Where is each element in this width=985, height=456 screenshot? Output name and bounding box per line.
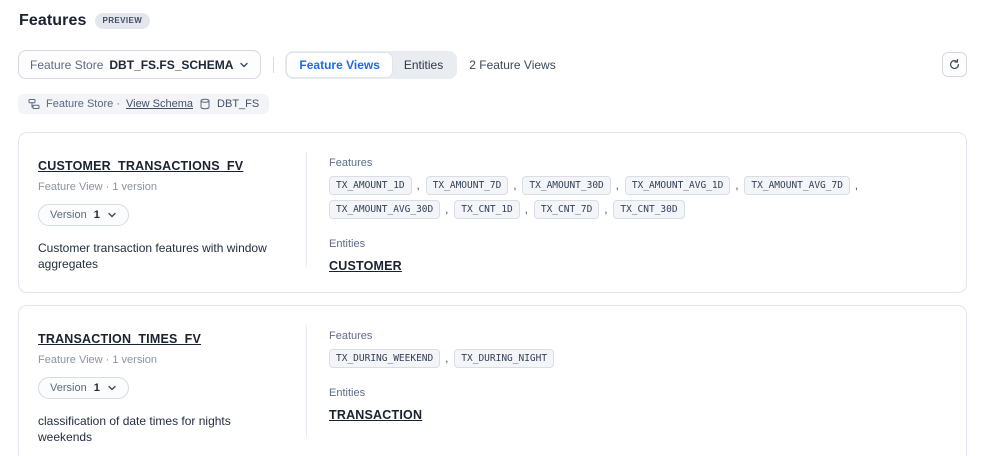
feature-chip: TX_DURING_WEEKEND: [329, 349, 440, 368]
feature-view-details: Features TX_AMOUNT_1D,TX_AMOUNT_7D,TX_AM…: [307, 150, 966, 275]
breadcrumb-row: Feature Store · View Schema DBT_FS: [18, 94, 967, 115]
feature-chip-list: TX_DURING_WEEKEND, TX_DURING_NIGHT: [329, 349, 946, 368]
features-label: Features: [329, 330, 946, 342]
feature-chip: TX_AMOUNT_7D: [426, 176, 509, 195]
toolbar-divider: [273, 57, 274, 73]
view-schema-link[interactable]: View Schema: [126, 98, 193, 110]
breadcrumb: Feature Store · View Schema DBT_FS: [18, 94, 269, 114]
feature-view-description: classification of date times for nights …: [38, 413, 286, 445]
chip-separator: ,: [604, 204, 607, 216]
database-icon: [199, 98, 211, 110]
tab-entities[interactable]: Entities: [392, 53, 455, 77]
feature-view-card: TRANSACTION_TIMES_FV Feature View · 1 ve…: [18, 305, 967, 456]
feature-view-summary: TRANSACTION_TIMES_FV Feature View · 1 ve…: [19, 323, 306, 445]
chip-separator: ,: [855, 180, 858, 192]
feature-view-subtitle: Feature View · 1 version: [38, 354, 286, 366]
feature-store-icon: [28, 98, 40, 110]
version-dropdown-label: Version: [50, 209, 87, 221]
version-dropdown-value: 1: [94, 209, 100, 221]
toolbar: Feature Store DBT_FS.FS_SCHEMA Feature V…: [18, 50, 967, 79]
feature-chip-group: TX_AMOUNT_AVG_30D,: [329, 200, 448, 219]
feature-chip: TX_CNT_7D: [534, 200, 599, 219]
feature-chip-group: TX_CNT_1D,: [454, 200, 528, 219]
chip-separator: ,: [445, 353, 448, 365]
refresh-button[interactable]: [942, 52, 967, 77]
feature-view-card: CUSTOMER_TRANSACTIONS_FV Feature View · …: [18, 132, 967, 293]
feature-chip-group: TX_AMOUNT_30D,: [522, 176, 618, 195]
feature-chip-group: TX_CNT_7D,: [534, 200, 608, 219]
feature-store-selector-label: Feature Store: [30, 58, 103, 72]
feature-chip-group: TX_AMOUNT_AVG_7D,: [744, 176, 858, 195]
breadcrumb-database: DBT_FS: [217, 98, 259, 110]
feature-chip: TX_AMOUNT_AVG_1D: [625, 176, 731, 195]
feature-view-subtitle: Feature View · 1 version: [38, 181, 286, 193]
feature-chip-group: TX_AMOUNT_7D,: [426, 176, 517, 195]
feature-chip-group: TX_DURING_NIGHT: [454, 349, 554, 368]
chevron-down-icon: [239, 60, 249, 70]
feature-chip-group: TX_DURING_WEEKEND,: [329, 349, 448, 368]
feature-chip: TX_AMOUNT_AVG_7D: [744, 176, 850, 195]
version-dropdown-value: 1: [94, 382, 100, 394]
entities-block: Entities TRANSACTION: [329, 387, 946, 424]
feature-store-selector-value: DBT_FS.FS_SCHEMA: [109, 58, 233, 72]
entity-link[interactable]: CUSTOMER: [329, 259, 402, 273]
feature-view-title-link[interactable]: CUSTOMER_TRANSACTIONS_FV: [38, 159, 243, 173]
version-dropdown[interactable]: Version 1: [38, 377, 129, 399]
feature-view-title-link[interactable]: TRANSACTION_TIMES_FV: [38, 332, 201, 346]
feature-view-count: 2 Feature Views: [469, 58, 556, 72]
chip-separator: ,: [513, 180, 516, 192]
feature-chip: TX_CNT_1D: [454, 200, 519, 219]
feature-chip: TX_AMOUNT_AVG_30D: [329, 200, 440, 219]
tab-feature-views[interactable]: Feature Views: [287, 53, 391, 77]
feature-view-list: CUSTOMER_TRANSACTIONS_FV Feature View · …: [18, 132, 967, 456]
page-title: Features: [19, 12, 87, 30]
view-tabs: Feature Views Entities: [285, 51, 457, 79]
refresh-icon: [948, 58, 961, 71]
chip-separator: ,: [445, 204, 448, 216]
entity-link-list: TRANSACTION: [329, 406, 946, 424]
version-dropdown[interactable]: Version 1: [38, 204, 129, 226]
feature-chip: TX_CNT_30D: [613, 200, 684, 219]
entity-link[interactable]: TRANSACTION: [329, 408, 422, 422]
page-header: Features PREVIEW: [18, 12, 967, 30]
features-label: Features: [329, 157, 946, 169]
feature-view-summary: CUSTOMER_TRANSACTIONS_FV Feature View · …: [19, 150, 306, 275]
feature-chip: TX_AMOUNT_1D: [329, 176, 412, 195]
feature-view-details: Features TX_DURING_WEEKEND, TX_DURING_NIG…: [307, 323, 966, 445]
entities-label: Entities: [329, 238, 946, 250]
entity-link-list: CUSTOMER: [329, 257, 946, 275]
chip-separator: ,: [616, 180, 619, 192]
version-dropdown-label: Version: [50, 382, 87, 394]
chip-separator: ,: [417, 180, 420, 192]
feature-chip-list: TX_AMOUNT_1D,TX_AMOUNT_7D,TX_AMOUNT_30D,…: [329, 176, 946, 219]
entities-block: Entities CUSTOMER: [329, 238, 946, 275]
feature-chip-group: TX_AMOUNT_1D,: [329, 176, 420, 195]
chip-separator: ,: [525, 204, 528, 216]
breadcrumb-prefix: Feature Store ·: [46, 98, 120, 110]
feature-view-description: Customer transaction features with windo…: [38, 240, 286, 272]
feature-store-selector[interactable]: Feature Store DBT_FS.FS_SCHEMA: [18, 50, 261, 79]
chevron-down-icon: [107, 383, 117, 393]
chip-separator: ,: [735, 180, 738, 192]
feature-chip-group: TX_AMOUNT_AVG_1D,: [625, 176, 739, 195]
chevron-down-icon: [107, 210, 117, 220]
feature-chip: TX_DURING_NIGHT: [454, 349, 554, 368]
entities-label: Entities: [329, 387, 946, 399]
feature-chip: TX_AMOUNT_30D: [522, 176, 610, 195]
features-page: Features PREVIEW Feature Store DBT_FS.FS…: [0, 0, 985, 456]
preview-badge: PREVIEW: [95, 13, 151, 29]
feature-chip-group: TX_CNT_30D: [613, 200, 684, 219]
